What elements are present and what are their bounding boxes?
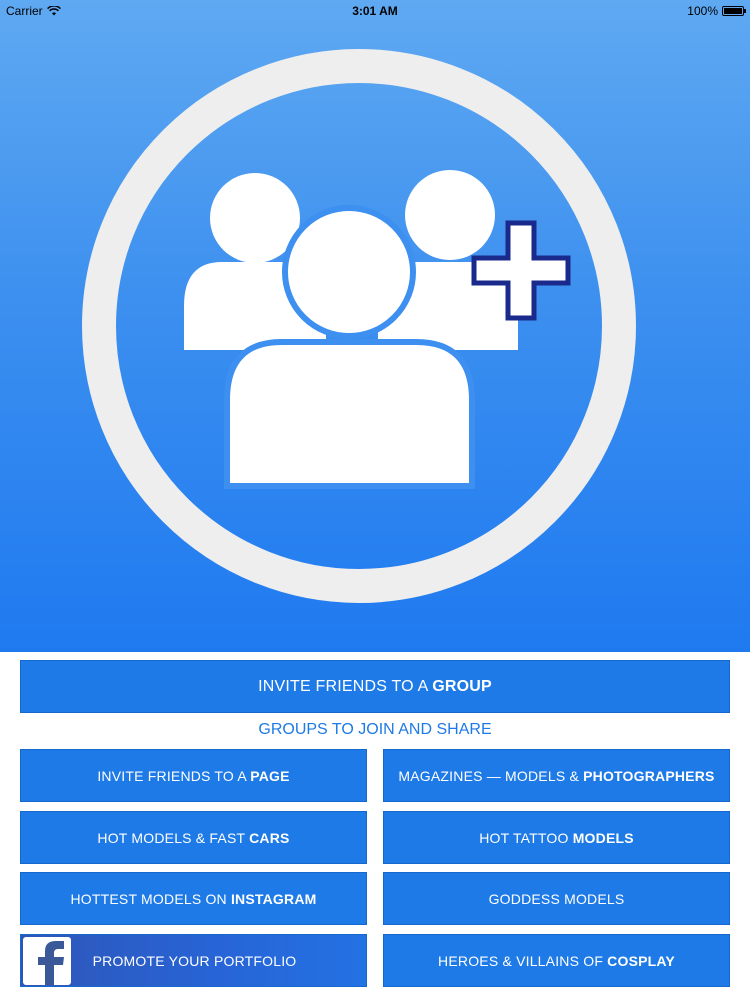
goddess-models-label: GODDESS MODELS xyxy=(488,890,625,907)
battery-icon xyxy=(722,6,746,16)
hot-models-cars-label: HOT MODELS & FAST CARS xyxy=(97,829,290,846)
invite-page-button[interactable]: INVITE FRIENDS TO A PAGE xyxy=(20,749,367,802)
facebook-f-glyph xyxy=(38,940,64,985)
promote-portfolio-button[interactable]: PROMOTE YOUR PORTFOLIO xyxy=(20,934,367,987)
cosplay-label: HEROES & VILLAINS OF COSPLAY xyxy=(438,952,675,969)
group-add-icon xyxy=(82,49,636,603)
hot-tattoo-models-label: HOT TATTOO MODELS xyxy=(479,829,634,846)
hero-banner: Carrier 3:01 AM 100% xyxy=(0,0,750,652)
status-time: 3:01 AM xyxy=(352,4,398,18)
invite-group-label: INVITE FRIENDS TO A GROUP xyxy=(258,677,492,695)
section-title: GROUPS TO JOIN AND SHARE xyxy=(258,721,492,738)
goddess-models-button[interactable]: GODDESS MODELS xyxy=(383,872,730,925)
facebook-icon xyxy=(23,936,71,985)
battery-percent: 100% xyxy=(687,4,718,18)
promote-portfolio-label: PROMOTE YOUR PORTFOLIO xyxy=(92,952,297,969)
invite-group-button[interactable]: INVITE FRIENDS TO A GROUP xyxy=(20,660,730,713)
magazines-button[interactable]: MAGAZINES — MODELS & PHOTOGRAPHERS xyxy=(383,749,730,802)
battery-fill xyxy=(724,8,742,14)
instagram-models-button[interactable]: HOTTEST MODELS ON INSTAGRAM xyxy=(20,872,367,925)
status-right: 100% xyxy=(687,4,746,18)
instagram-models-label: HOTTEST MODELS ON INSTAGRAM xyxy=(70,890,317,907)
magazines-label: MAGAZINES — MODELS & PHOTOGRAPHERS xyxy=(398,767,715,784)
hot-tattoo-models-button[interactable]: HOT TATTOO MODELS xyxy=(383,811,730,864)
cosplay-button[interactable]: HEROES & VILLAINS OF COSPLAY xyxy=(383,934,730,987)
hot-models-cars-button[interactable]: HOT MODELS & FAST CARS xyxy=(20,811,367,864)
invite-page-label: INVITE FRIENDS TO A PAGE xyxy=(97,767,290,784)
status-bar: Carrier 3:01 AM 100% xyxy=(0,0,750,22)
